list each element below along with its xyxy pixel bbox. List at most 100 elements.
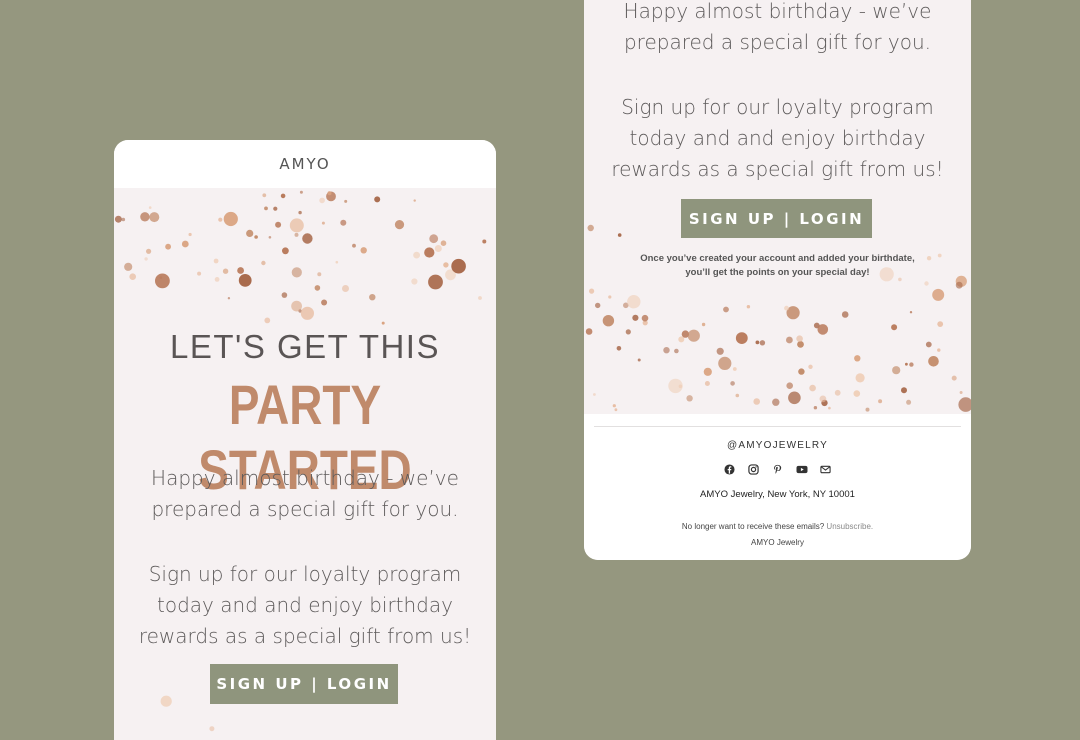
youtube-icon[interactable]	[795, 462, 809, 476]
confetti-dot	[821, 399, 828, 407]
confetti-dot	[159, 276, 163, 279]
confetti-dot	[891, 324, 898, 331]
confetti-dot	[854, 355, 861, 362]
loyalty-message: Sign up for our loyalty program today an…	[584, 92, 971, 185]
birthday-message: Happy almost birthday - we’ve prepared a…	[584, 0, 971, 58]
confetti-dot	[906, 399, 912, 405]
signup-login-button[interactable]: SIGN UP | LOGIN	[210, 664, 398, 704]
confetti-dot	[129, 273, 136, 280]
confetti-dot	[828, 406, 831, 410]
facebook-icon[interactable]	[723, 462, 737, 476]
confetti-dot	[616, 346, 622, 351]
confetti-dot	[335, 260, 339, 264]
confetti-dot	[735, 393, 740, 398]
confetti-dot	[786, 336, 793, 344]
loyalty-message: Sign up for our loyalty program today an…	[114, 559, 496, 652]
confetti-dot	[319, 197, 325, 204]
confetti-dot	[637, 358, 641, 362]
confetti-dot	[797, 341, 804, 348]
confetti-dot	[273, 206, 278, 211]
confetti-dot	[340, 219, 347, 226]
confetti-dot	[587, 224, 594, 232]
confetti-dot	[819, 395, 827, 403]
confetti-dot	[424, 247, 435, 258]
confetti-dot	[155, 273, 170, 289]
loyalty-message-line: today and and enjoy birthday	[157, 593, 453, 617]
signup-login-button[interactable]: SIGN UP | LOGIN	[681, 199, 872, 238]
confetti-dot	[759, 340, 766, 346]
unsubscribe-text: No longer want to receive these emails?	[681, 522, 825, 531]
confetti-dot	[595, 302, 601, 309]
confetti-dot	[625, 329, 631, 335]
confetti-dot	[289, 218, 304, 233]
confetti-dot	[160, 695, 172, 707]
brand-logo: AMYO	[279, 155, 331, 173]
confetti-dot	[612, 404, 616, 408]
footer-divider	[594, 426, 961, 427]
confetti-dot	[291, 267, 302, 278]
confetti-dot	[149, 212, 160, 223]
confetti-dot	[817, 324, 829, 335]
confetti-dot	[246, 229, 254, 237]
confetti-dot	[703, 367, 712, 376]
unsubscribe-line: No longer want to receive these emails? …	[584, 522, 971, 531]
confetti-dot	[772, 398, 780, 406]
confetti-dot	[813, 406, 818, 410]
confetti-dot	[440, 240, 447, 246]
confetti-dot	[261, 260, 266, 266]
confetti-dot	[181, 240, 189, 248]
confetti-dot	[298, 210, 302, 215]
confetti-dot	[218, 217, 223, 222]
confetti-dot	[701, 322, 706, 327]
confetti-dot	[627, 295, 641, 309]
email-icon[interactable]	[819, 462, 833, 476]
confetti-dot	[237, 267, 244, 274]
company-address: AMYO Jewelry, New York, NY 10001	[700, 489, 855, 500]
confetti-dot	[264, 206, 268, 211]
confetti-dot	[302, 233, 313, 244]
confetti-dot	[374, 196, 381, 203]
confetti-dot	[909, 362, 914, 367]
instagram-icon[interactable]	[747, 462, 761, 476]
confetti-dot	[892, 366, 901, 375]
confetti-dot	[753, 398, 760, 405]
confetti-dot	[299, 190, 303, 194]
loyalty-message-line: today and and enjoy birthday	[629, 126, 926, 150]
social-handle[interactable]: @AMYOJEWELRY	[584, 440, 971, 451]
loyalty-message-line: rewards as a special gift from us!	[138, 624, 472, 648]
confetti-dot	[937, 321, 944, 327]
confetti-dot	[732, 367, 737, 371]
confetti-dot	[716, 347, 724, 355]
confetti-dot	[593, 393, 596, 396]
confetti-dot	[723, 306, 729, 313]
confetti-dot	[222, 268, 229, 274]
confetti-dot	[268, 236, 272, 239]
confetti-dot	[589, 288, 595, 294]
confetti-dot	[798, 368, 805, 375]
confetti-dot	[786, 306, 800, 320]
confetti-dot	[281, 292, 288, 298]
confetti-dot	[443, 262, 449, 268]
pinterest-icon[interactable]	[771, 462, 785, 476]
confetti-dot	[687, 329, 700, 342]
confetti-dot	[959, 391, 963, 394]
confetti-dot	[238, 274, 252, 287]
confetti-dot	[602, 315, 615, 327]
unsubscribe-link[interactable]: Unsubscribe.	[826, 522, 873, 531]
confetti-dot	[704, 381, 710, 386]
confetti-dot	[681, 330, 690, 338]
confetti-dot	[932, 288, 945, 301]
confetti-dot	[937, 348, 941, 352]
confetti-dot	[394, 220, 405, 230]
confetti-dot	[165, 243, 171, 250]
social-icons	[584, 462, 971, 476]
confetti-dot	[686, 395, 693, 402]
confetti-dot	[214, 277, 220, 282]
confetti-dot	[855, 373, 865, 383]
confetti-dot	[254, 235, 258, 239]
confetti-dot	[865, 407, 870, 412]
confetti-dot	[478, 296, 482, 300]
confetti-dot	[955, 281, 963, 289]
confetti-dot	[298, 309, 302, 313]
confetti-dot	[755, 340, 760, 345]
